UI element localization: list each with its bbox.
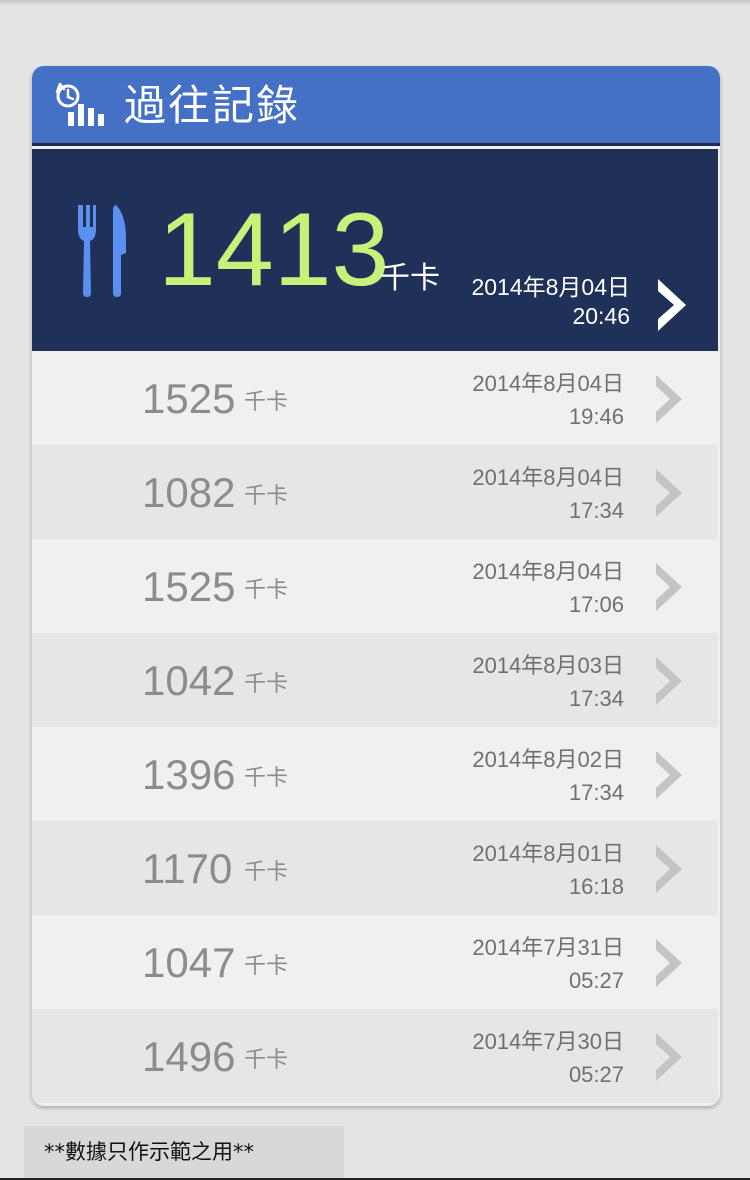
record-time: 19:46 [568, 404, 624, 429]
latest-record[interactable]: 1413 千卡 2014年8月04日 20:46 [32, 149, 718, 351]
chevron-right-icon[interactable] [652, 559, 686, 615]
chevron-right-icon[interactable] [652, 841, 686, 897]
calorie-unit: 千卡 [244, 390, 289, 415]
calorie-unit: 千卡 [244, 954, 289, 979]
card-header: 過往記錄 [32, 66, 720, 146]
record-time: 17:06 [568, 592, 624, 617]
history-chart-icon [55, 82, 104, 126]
calorie-unit: 千卡 [244, 1048, 289, 1073]
latest-calorie-value: 1413 [158, 192, 390, 308]
status-bar-strip [0, 0, 750, 6]
calorie-value: 1396 [142, 751, 236, 798]
calorie-value: 1042 [142, 657, 236, 704]
list-item[interactable]: 1525 千卡 2014年8月04日 19:46 [32, 351, 718, 445]
disclaimer-note: **數據只作示範之用** [24, 1126, 344, 1178]
list-item[interactable]: 1496 千卡 2014年7月30日 05:27 [32, 1009, 718, 1103]
chevron-right-icon[interactable] [654, 275, 690, 335]
latest-date: 2014年8月04日 [471, 274, 630, 300]
chevron-right-icon[interactable] [652, 935, 686, 991]
chevron-right-icon[interactable] [652, 371, 686, 427]
list-item[interactable]: 1170 千卡 2014年8月01日 16:18 [32, 821, 718, 915]
record-date: 2014年8月01日 [472, 841, 624, 866]
record-timestamp: 2014年7月30日 05:27 [384, 1025, 624, 1091]
record-time: 05:27 [568, 1062, 624, 1087]
latest-time: 20:46 [572, 303, 630, 329]
record-timestamp: 2014年8月04日 19:46 [384, 367, 624, 433]
history-list: 1525 千卡 2014年8月04日 19:46 1082 千卡 2014年8月04日 17:… [32, 351, 718, 1103]
chevron-right-icon[interactable] [652, 465, 686, 521]
list-item[interactable]: 1042 千卡 2014年8月03日 17:34 [32, 633, 718, 727]
chevron-right-icon[interactable] [652, 747, 686, 803]
record-time: 17:34 [568, 780, 624, 805]
record-timestamp: 2014年8月04日 17:34 [384, 461, 624, 527]
list-item[interactable]: 1047 千卡 2014年7月31日 05:27 [32, 915, 718, 1009]
record-time: 16:18 [568, 874, 624, 899]
calorie-value: 1082 [142, 469, 236, 516]
calorie-value: 1170 [142, 845, 233, 892]
calorie-unit: 千卡 [244, 766, 289, 791]
record-time: 05:27 [568, 968, 624, 993]
calorie-value: 1525 [142, 563, 236, 610]
record-date: 2014年8月04日 [472, 465, 624, 490]
list-item[interactable]: 1525 千卡 2014年8月04日 17:06 [32, 539, 718, 633]
calorie-value: 1525 [142, 375, 236, 422]
record-timestamp: 2014年8月01日 16:18 [384, 837, 624, 903]
record-date: 2014年8月02日 [472, 747, 624, 772]
record-timestamp: 2014年7月31日 05:27 [384, 931, 624, 997]
record-timestamp: 2014年8月03日 17:34 [384, 649, 624, 715]
record-date: 2014年8月03日 [472, 653, 624, 678]
record-date: 2014年7月30日 [472, 1029, 624, 1054]
record-timestamp: 2014年8月04日 17:06 [384, 555, 624, 621]
calorie-unit: 千卡 [244, 484, 289, 509]
cutlery-icon [78, 205, 126, 297]
calorie-value: 1496 [142, 1033, 236, 1080]
record-time: 17:34 [568, 498, 624, 523]
list-item[interactable]: 1082 千卡 2014年8月04日 17:34 [32, 445, 718, 539]
record-time: 17:34 [568, 686, 624, 711]
calorie-unit: 千卡 [244, 860, 289, 885]
record-date: 2014年8月04日 [472, 559, 624, 584]
calorie-unit: 千卡 [244, 672, 289, 697]
record-date: 2014年7月31日 [472, 935, 624, 960]
calorie-unit: 千卡 [244, 578, 289, 603]
chevron-right-icon[interactable] [652, 653, 686, 709]
page-title: 過往記錄 [124, 81, 301, 130]
history-card: 過往記錄 1413 千卡 2014年8月04日 20:46 1525 千卡 2014… [32, 66, 720, 1106]
latest-timestamp: 2014年8月04日 20:46 [390, 273, 630, 331]
chevron-right-icon[interactable] [652, 1029, 686, 1085]
record-timestamp: 2014年8月02日 17:34 [384, 743, 624, 809]
list-item[interactable]: 1396 千卡 2014年8月02日 17:34 [32, 727, 718, 821]
calorie-value: 1047 [142, 939, 236, 986]
record-date: 2014年8月04日 [472, 371, 624, 396]
